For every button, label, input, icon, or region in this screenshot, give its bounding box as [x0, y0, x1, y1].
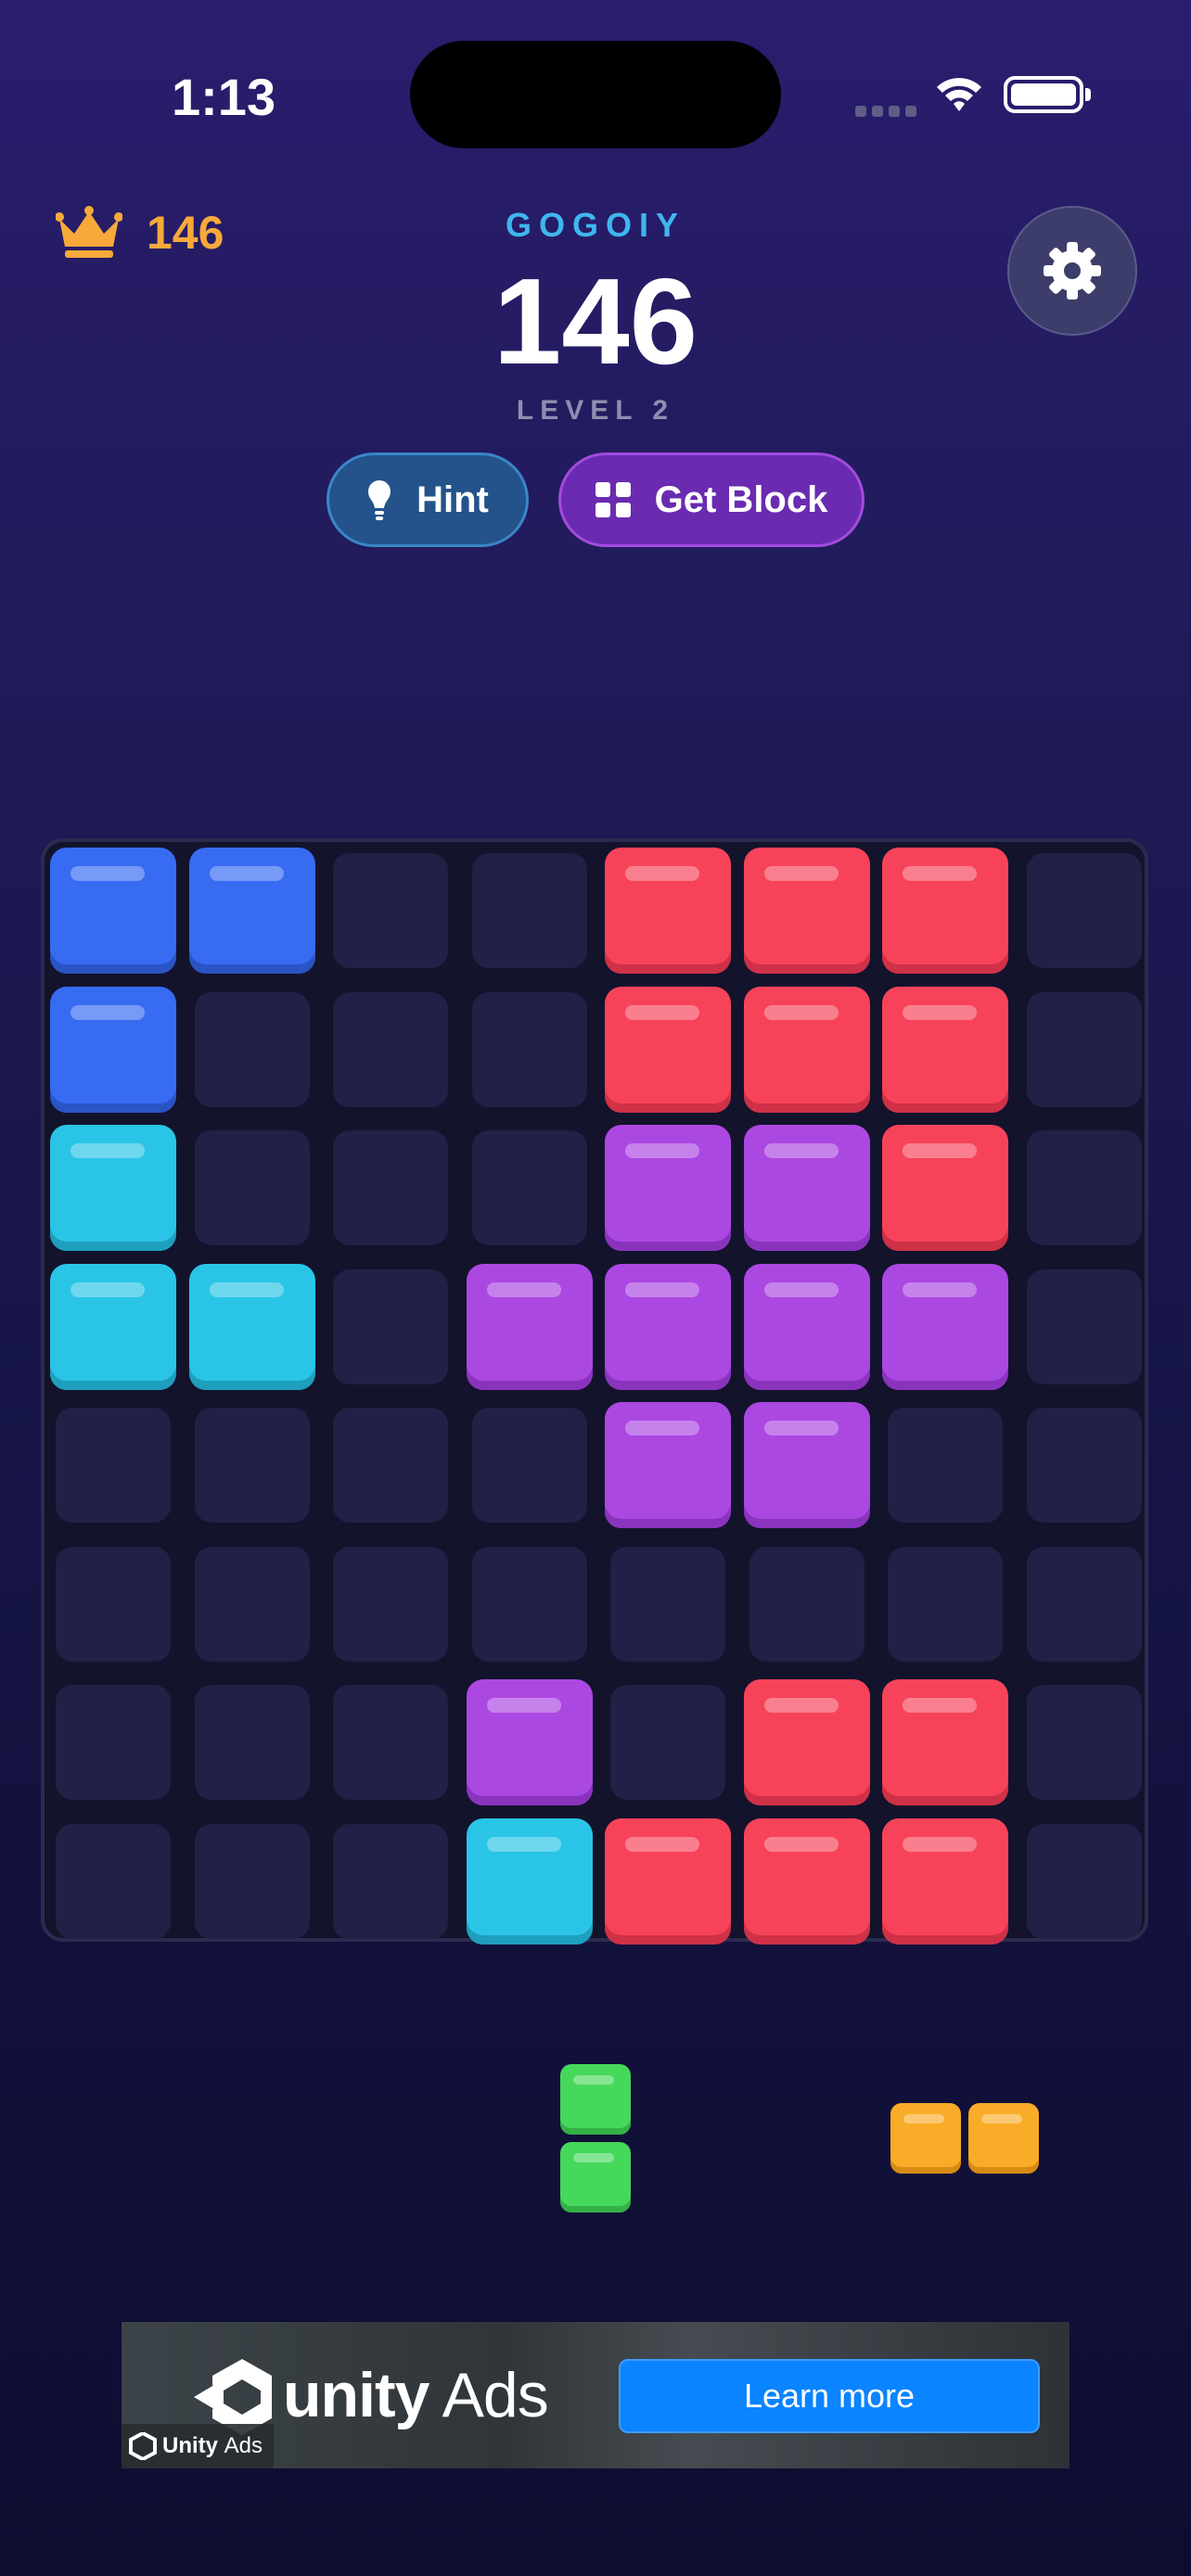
board-cell-empty[interactable] [888, 1408, 1003, 1523]
board-cell-empty[interactable] [1026, 1130, 1142, 1245]
grid-blocks-icon [595, 482, 631, 517]
board-cell-empty[interactable] [333, 853, 448, 968]
board-cell-empty[interactable] [194, 991, 310, 1107]
board-cell-empty[interactable] [888, 1546, 1003, 1662]
board-cell-empty[interactable] [471, 1408, 587, 1523]
board-cell-empty[interactable] [471, 853, 587, 968]
piece-block-orange [968, 2103, 1039, 2174]
board-block-cyan[interactable] [188, 1263, 315, 1390]
piece-block-green [560, 2142, 631, 2213]
board-cell-empty[interactable] [56, 1823, 171, 1939]
board-cell-empty[interactable] [610, 1685, 725, 1800]
board-cell-empty[interactable] [749, 1546, 864, 1662]
board-block-cyan[interactable] [466, 1817, 593, 1945]
board-block-red[interactable] [743, 848, 870, 974]
board-block-red[interactable] [882, 1125, 1008, 1251]
battery-tip [1085, 88, 1091, 101]
board-block-red[interactable] [605, 1817, 731, 1945]
settings-button[interactable] [1007, 206, 1137, 336]
piece-orange-horizontal[interactable] [890, 2103, 1039, 2174]
board-cell-empty[interactable] [194, 1685, 310, 1800]
board-block-red[interactable] [743, 986, 870, 1113]
board-block-purple[interactable] [743, 1125, 870, 1251]
board-cell-empty[interactable] [1026, 1546, 1142, 1662]
ad-wordmark: unity Ads [283, 2359, 549, 2431]
board-block-cyan[interactable] [50, 1125, 176, 1251]
board-block-blue[interactable] [50, 986, 176, 1113]
board-block-red[interactable] [882, 986, 1008, 1113]
board-block-red[interactable] [882, 848, 1008, 974]
board-cell-empty[interactable] [56, 1408, 171, 1523]
board-cell-empty[interactable] [333, 1130, 448, 1245]
board-cell-empty[interactable] [56, 1685, 171, 1800]
unity-badge-icon [129, 2432, 157, 2460]
board-block-purple[interactable] [466, 1679, 593, 1805]
board-cell-empty[interactable] [1026, 1823, 1142, 1939]
board-cell-empty[interactable] [610, 1546, 725, 1662]
board-block-cyan[interactable] [50, 1263, 176, 1390]
hint-button[interactable]: Hint [327, 453, 529, 547]
ad-banner[interactable]: unity Ads Learn more Unity Ads [122, 2322, 1069, 2468]
board-cell-empty[interactable] [194, 1130, 310, 1245]
board-cell-empty[interactable] [194, 1546, 310, 1662]
board-cell-empty[interactable] [333, 1685, 448, 1800]
board-block-red[interactable] [882, 1817, 1008, 1945]
get-block-label: Get Block [654, 478, 828, 520]
ad-badge: Unity Ads [122, 2424, 274, 2468]
board-block-blue[interactable] [188, 848, 315, 974]
board-block-red[interactable] [743, 1679, 870, 1805]
board-block-red[interactable] [882, 1679, 1008, 1805]
board-cell-empty[interactable] [333, 1269, 448, 1384]
board-cell-empty[interactable] [56, 1546, 171, 1662]
ad-brand: unity [283, 2360, 429, 2430]
board-cell-empty[interactable] [471, 1130, 587, 1245]
board-block-purple[interactable] [743, 1263, 870, 1390]
gear-icon [1044, 242, 1101, 300]
board-block-purple[interactable] [605, 1402, 731, 1528]
board-block-red[interactable] [743, 1817, 870, 1945]
ad-brand-suffix: Ads [442, 2360, 549, 2430]
board-cell-empty[interactable] [333, 1823, 448, 1939]
board-block-purple[interactable] [605, 1125, 731, 1251]
board-block-red[interactable] [605, 848, 731, 974]
wifi-icon [937, 78, 981, 111]
battery-icon [1004, 76, 1083, 113]
piece-block-green [560, 2064, 631, 2135]
lightbulb-icon [368, 480, 391, 520]
board-cell-empty[interactable] [1026, 1685, 1142, 1800]
board-cell-empty[interactable] [333, 991, 448, 1107]
board-block-purple[interactable] [605, 1263, 731, 1390]
board-cell-empty[interactable] [1026, 1269, 1142, 1384]
ad-badge-suffix: Ads [224, 2433, 263, 2458]
board-cell-empty[interactable] [333, 1408, 448, 1523]
board-cell-empty[interactable] [1026, 853, 1142, 968]
game-board[interactable] [41, 838, 1148, 1945]
ad-learn-more-button[interactable]: Learn more [619, 2359, 1040, 2433]
board-block-purple[interactable] [743, 1402, 870, 1528]
board-cell-empty[interactable] [194, 1823, 310, 1939]
piece-block-orange [890, 2103, 961, 2174]
board-cell-empty[interactable] [1026, 991, 1142, 1107]
ad-badge-brand: Unity [162, 2433, 218, 2458]
board-block-red[interactable] [605, 986, 731, 1113]
status-time: 1:13 [172, 68, 276, 126]
hint-label: Hint [416, 478, 489, 520]
board-cell-empty[interactable] [333, 1546, 448, 1662]
get-block-button[interactable]: Get Block [558, 453, 864, 547]
board-block-purple[interactable] [466, 1263, 593, 1390]
piece-green-vertical[interactable] [560, 2064, 631, 2213]
level-label: LEVEL 2 [516, 395, 675, 426]
dynamic-island [410, 41, 781, 148]
board-cell-empty[interactable] [1026, 1408, 1142, 1523]
player-name: GOGOIY [505, 206, 686, 244]
board-block-purple[interactable] [882, 1263, 1008, 1390]
board-cell-empty[interactable] [194, 1408, 310, 1523]
board-cell-empty[interactable] [471, 1546, 587, 1662]
board-block-blue[interactable] [50, 848, 176, 974]
board-cell-empty[interactable] [471, 991, 587, 1107]
